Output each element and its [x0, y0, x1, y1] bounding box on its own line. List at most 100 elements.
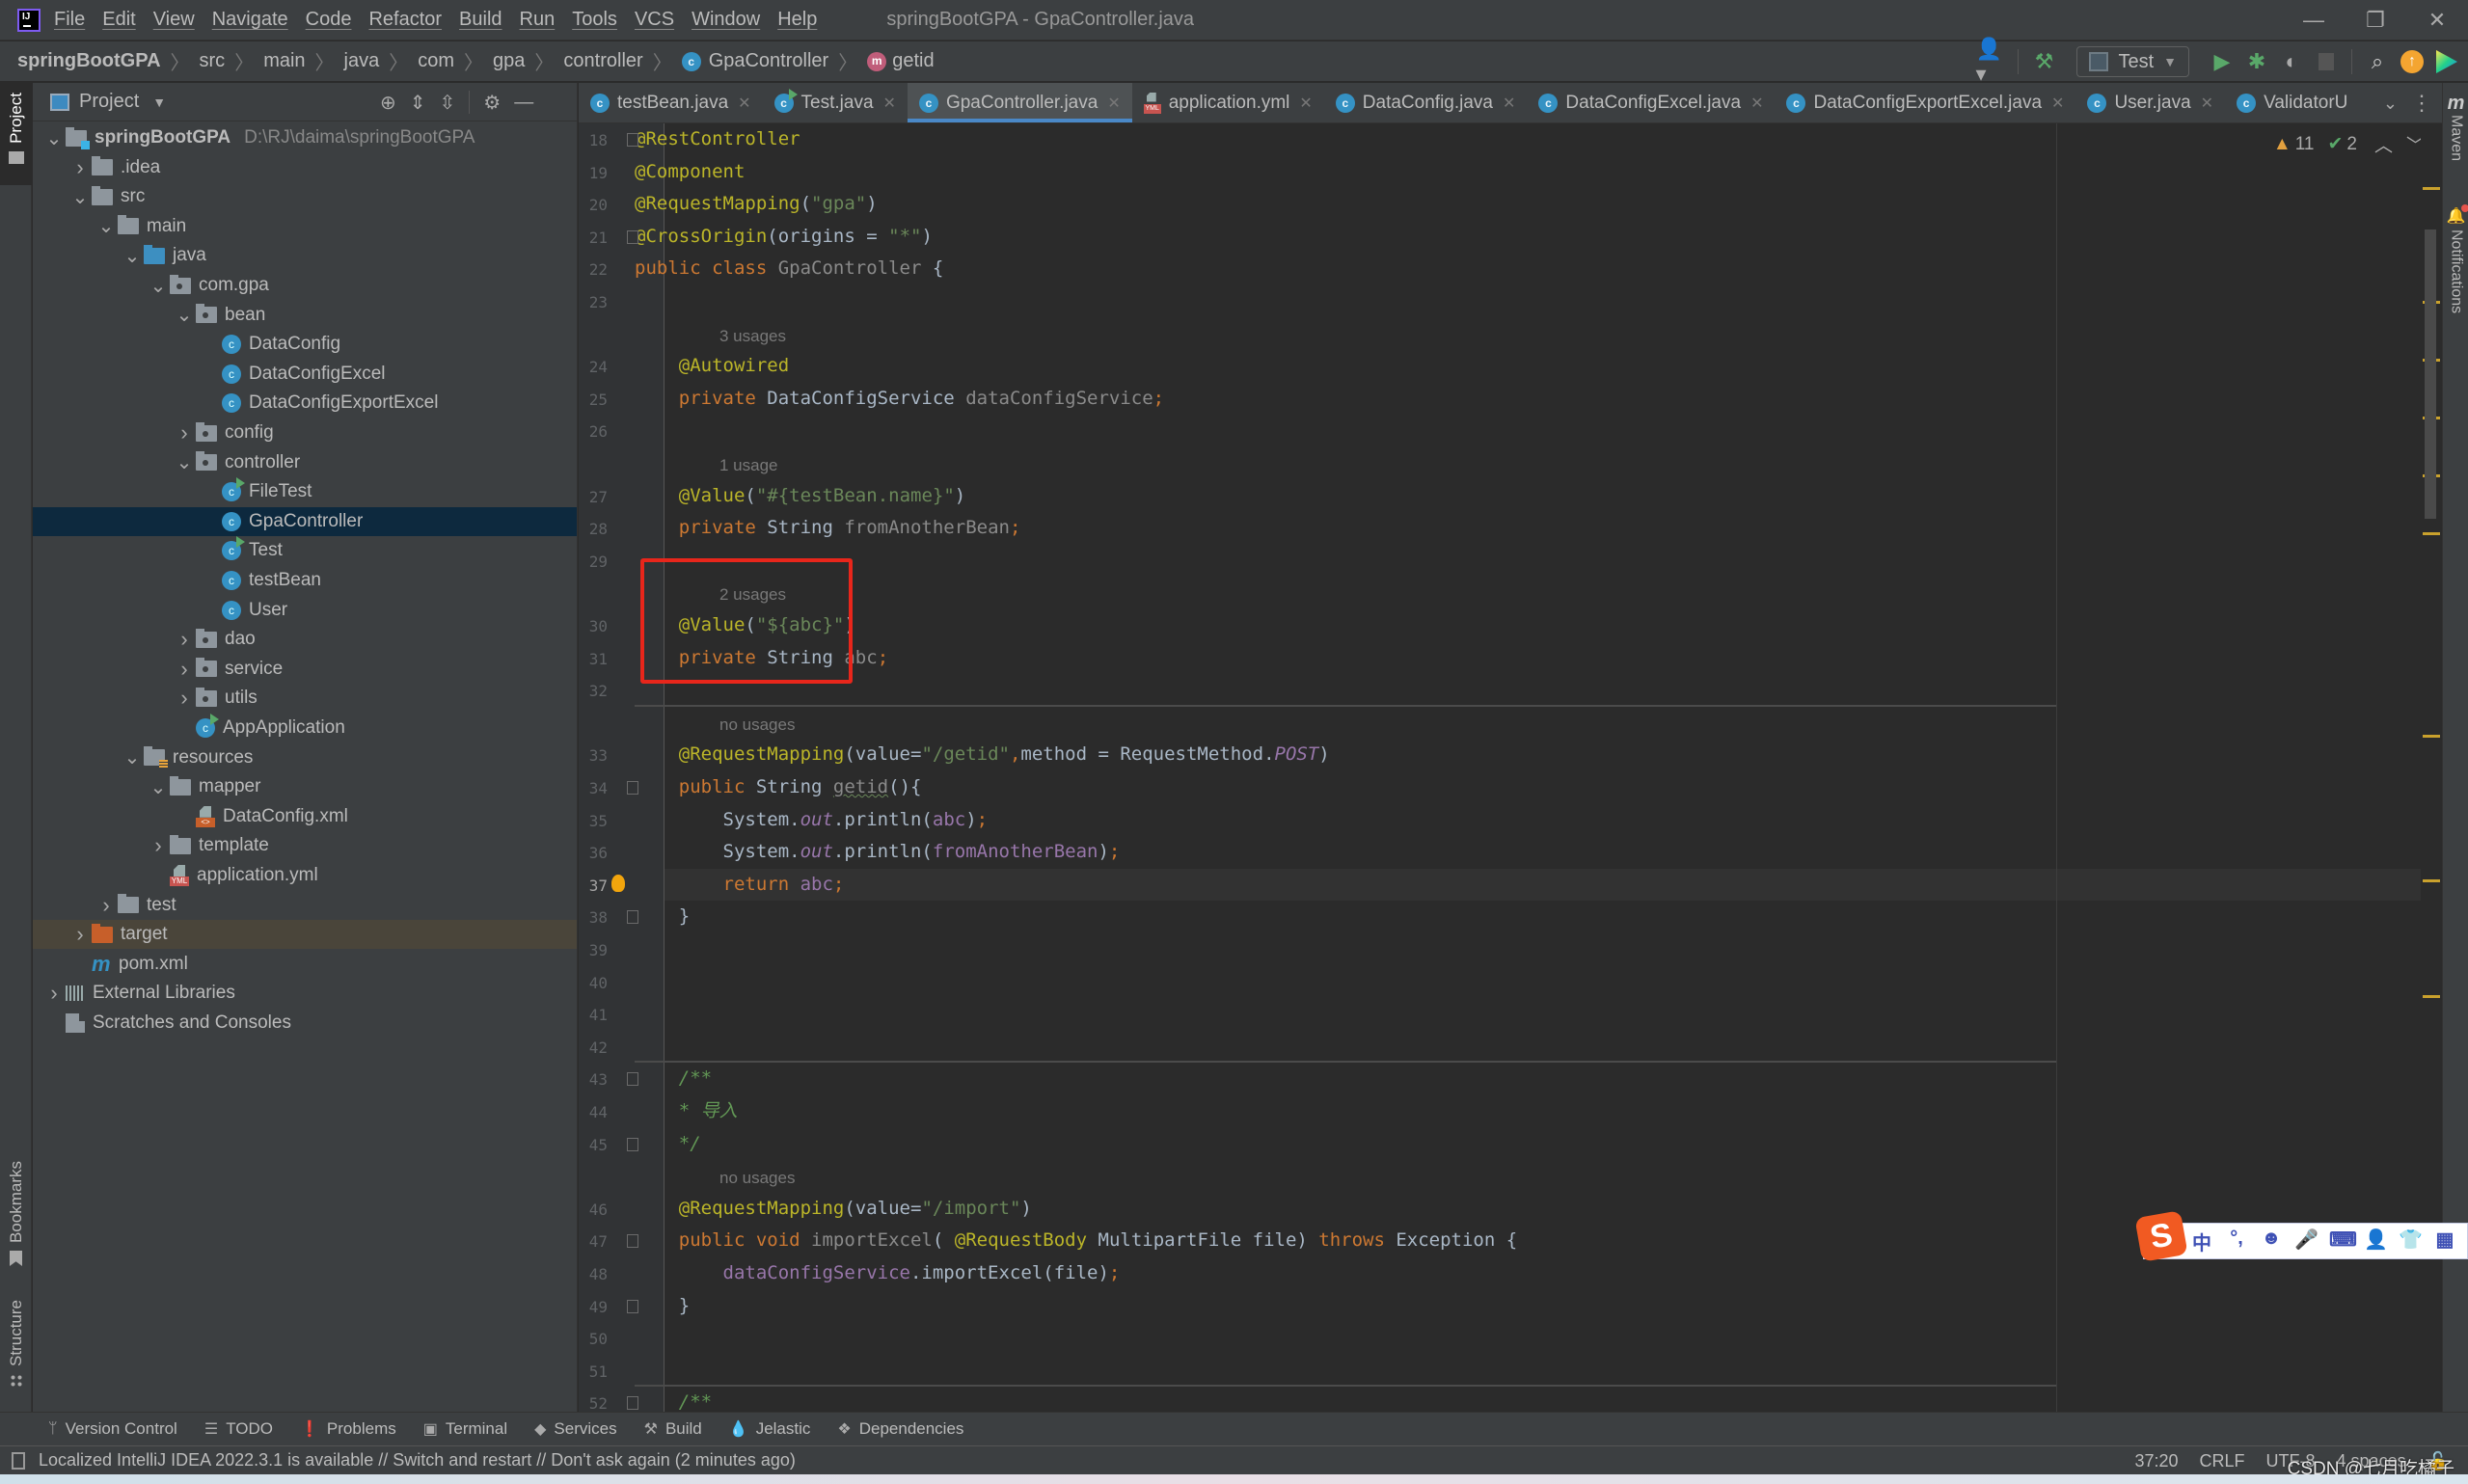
menu-vcs[interactable]: VCS [635, 9, 674, 31]
tree-item-utils[interactable]: › utils [33, 684, 577, 713]
chevron-down-icon[interactable]: ⌄ [68, 185, 92, 209]
sogou-logo-icon[interactable]: S [2134, 1210, 2188, 1262]
restore-button[interactable]: ❐ [2345, 0, 2406, 40]
tool-dependencies[interactable]: ❖ Dependencies [837, 1419, 963, 1439]
jetbrains-toolbox-icon[interactable] [2429, 44, 2464, 79]
code-vision-usages[interactable]: no usages [719, 1162, 795, 1194]
tool-jelastic[interactable]: 💧 Jelastic [729, 1419, 811, 1439]
tree-item--idea[interactable]: › .idea [33, 153, 577, 182]
tree-item-config[interactable]: › config [33, 418, 577, 447]
vertical-scrollbar[interactable] [2425, 229, 2436, 519]
run-configuration-select[interactable]: Test ▼ [2076, 46, 2189, 77]
notifications-tool-tab[interactable]: 🔔 Notifications [2443, 204, 2468, 313]
account-icon[interactable]: 👤 [2364, 1228, 2388, 1255]
tree-item-testbean[interactable]: c testBean [33, 566, 577, 595]
chevron-right-icon[interactable]: › [173, 627, 196, 652]
menu-file[interactable]: File [54, 9, 85, 31]
structure-tool-tab[interactable]: Structure [0, 1300, 32, 1388]
tree-item-springbootgpa[interactable]: ⌄ springBootGPA D:\RJ\daima\springBootGPA [33, 123, 577, 152]
chevron-right-icon[interactable]: › [147, 833, 170, 858]
close-tab-icon[interactable]: ✕ [2051, 94, 2064, 113]
previous-highlight-icon[interactable]: ︿ [2374, 131, 2393, 157]
breadcrumb-item[interactable]: com [418, 50, 454, 72]
close-button[interactable]: ✕ [2406, 0, 2468, 40]
fold-collapse-icon[interactable] [627, 1234, 638, 1249]
caret-position[interactable]: 37:20 [2134, 1451, 2178, 1471]
menu-code[interactable]: Code [306, 9, 352, 31]
close-tab-icon[interactable]: ✕ [2201, 94, 2213, 113]
select-opened-file-icon[interactable]: ⊕ [380, 91, 396, 115]
close-tab-icon[interactable]: ✕ [738, 94, 750, 113]
error-stripe-mark[interactable] [2423, 532, 2440, 535]
chevron-down-icon[interactable]: ⌄ [173, 450, 196, 474]
chevron-down-icon[interactable]: ⌄ [147, 274, 170, 298]
code-vision-usages[interactable]: no usages [719, 709, 795, 741]
toggle-tool-windows-icon[interactable] [12, 1451, 25, 1470]
chinese-mode-icon[interactable]: 中 [2190, 1228, 2213, 1255]
tree-item-appapplication[interactable]: c AppApplication [33, 714, 577, 742]
menu-window[interactable]: Window [692, 9, 760, 31]
chevron-right-icon[interactable]: › [173, 686, 196, 711]
status-message[interactable]: Localized IntelliJ IDEA 2022.3.1 is avai… [39, 1450, 796, 1471]
chevron-down-icon[interactable]: ⌄ [95, 214, 118, 238]
minimize-button[interactable]: — [2283, 0, 2345, 40]
tree-item-mapper[interactable]: ⌄ mapper [33, 772, 577, 801]
tree-item-service[interactable]: › service [33, 655, 577, 684]
tree-item-dataconfig-xml[interactable]: <> DataConfig.xml [33, 802, 577, 831]
close-tab-icon[interactable]: ✕ [1503, 94, 1515, 113]
coverage-icon[interactable]: ◐ [2274, 44, 2309, 79]
chevron-down-icon[interactable]: ⌄ [42, 126, 66, 150]
tree-item-external-libraries[interactable]: › External Libraries [33, 979, 577, 1008]
expand-all-icon[interactable]: ⇕ [410, 91, 426, 115]
menu-edit[interactable]: Edit [102, 9, 135, 31]
fold-collapse-icon[interactable] [627, 1072, 638, 1087]
tree-item-java[interactable]: ⌄ java [33, 241, 577, 270]
tool-version-control[interactable]: ᛘ Version Control [48, 1419, 177, 1439]
inspection-widget[interactable]: ▲ 11 ✔ 2 ︿ ﹀ [2273, 131, 2425, 157]
breadcrumb-item[interactable]: java [344, 50, 380, 72]
breadcrumb-item[interactable]: main [263, 50, 305, 72]
lightbulb-icon[interactable] [611, 874, 625, 892]
menu-view[interactable]: View [153, 9, 195, 31]
tool-problems[interactable]: ❗ Problems [300, 1419, 396, 1439]
tab-test-java[interactable]: c Test.java ✕ [763, 83, 908, 122]
maven-tool-tab[interactable]: m Maven [2443, 93, 2468, 161]
tree-item-filetest[interactable]: c FileTest [33, 477, 577, 506]
update-icon[interactable]: ↑ [2395, 44, 2429, 79]
menu-refactor[interactable]: Refactor [368, 9, 442, 31]
tree-item-src[interactable]: ⌄ src [33, 182, 577, 211]
tree-item-dao[interactable]: › dao [33, 625, 577, 654]
chevron-right-icon[interactable]: › [68, 155, 92, 180]
project-view-selector[interactable]: Project [79, 91, 139, 113]
breadcrumb-item[interactable]: gpa [493, 50, 525, 72]
tree-item-dataconfig[interactable]: c DataConfig [33, 330, 577, 359]
tool-services[interactable]: ◆ Services [534, 1419, 617, 1439]
tab-user-java[interactable]: c User.java ✕ [2075, 83, 2225, 122]
fold-end-icon[interactable] [627, 910, 638, 925]
breadcrumb-item[interactable]: controller [563, 50, 642, 72]
tree-item-test[interactable]: › test [33, 891, 577, 920]
keyboard-icon[interactable]: ⌨ [2329, 1228, 2357, 1255]
code-vision-usages[interactable]: 3 usages [719, 320, 786, 352]
chevron-right-icon[interactable]: › [173, 657, 196, 682]
more-options-icon[interactable]: ⋮ [2411, 83, 2432, 123]
fold-collapse-icon[interactable] [627, 1396, 638, 1411]
bookmarks-tool-tab[interactable]: Bookmarks [0, 1161, 32, 1267]
gear-icon[interactable]: ⚙ [483, 91, 501, 115]
tree-item-controller[interactable]: ⌄ controller [33, 448, 577, 477]
tab-testbean-java[interactable]: c testBean.java ✕ [579, 83, 763, 122]
error-stripe-mark[interactable] [2423, 995, 2440, 998]
close-tab-icon[interactable]: ✕ [1107, 94, 1120, 113]
tree-item-dataconfigexportexcel[interactable]: c DataConfigExportExcel [33, 389, 577, 418]
toolbox-icon[interactable]: ▦ [2433, 1228, 2456, 1255]
breadcrumb-class[interactable]: c GpaController [681, 50, 828, 72]
fold-end-icon[interactable] [627, 1299, 638, 1313]
breadcrumb-project[interactable]: springBootGPA [17, 50, 161, 72]
chevron-down-icon[interactable]: ▼ [152, 94, 166, 110]
tab-validatoru[interactable]: c ValidatorU [2225, 83, 2359, 122]
vcs-user-icon[interactable]: 👤▾ [1975, 37, 2010, 86]
debug-icon[interactable]: ✱ [2239, 44, 2274, 79]
collapse-all-icon[interactable]: ⇳ [440, 91, 456, 115]
chevron-down-icon[interactable]: ⌄ [173, 303, 196, 327]
run-icon[interactable]: ▶ [2205, 44, 2239, 79]
